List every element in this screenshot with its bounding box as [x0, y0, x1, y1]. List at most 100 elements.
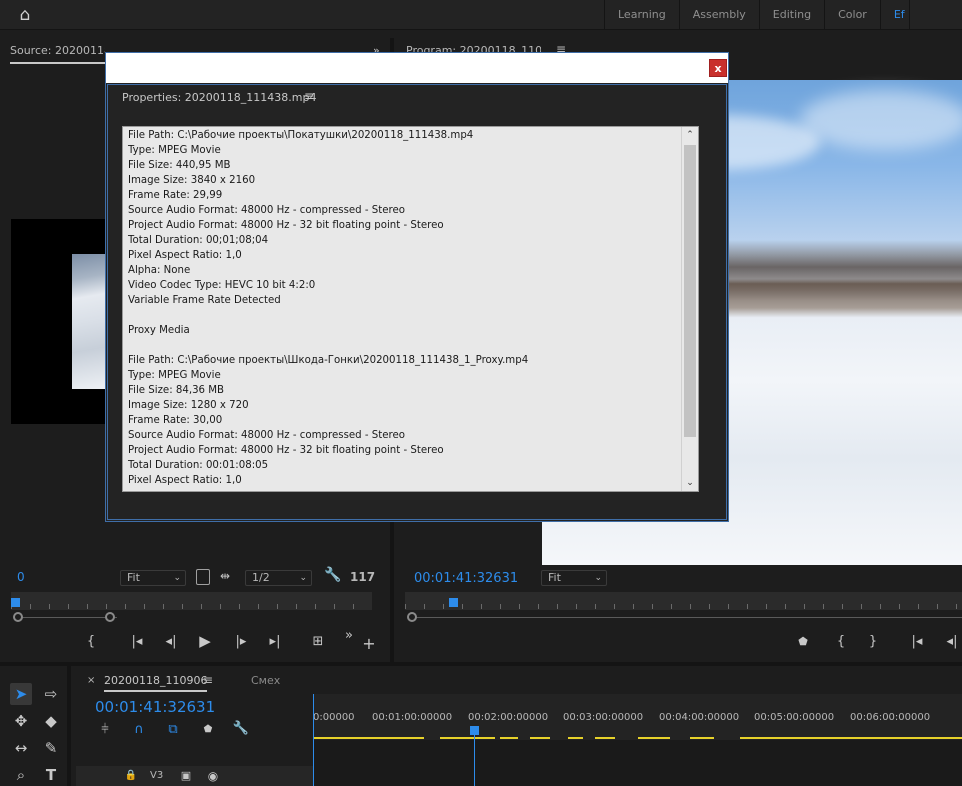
insert-nest-icon[interactable]: ⫩	[97, 722, 113, 738]
properties-text-box[interactable]: File Path: C:\Рабочие проекты\Покатушки\…	[122, 126, 699, 492]
add-marker-icon[interactable]: ⬟	[796, 634, 810, 650]
zoom-track	[411, 617, 962, 618]
go-to-in-icon[interactable]: |◂	[907, 634, 927, 650]
home-icon[interactable]: ⌂	[14, 5, 36, 25]
scrollbar-thumb[interactable]	[684, 145, 696, 437]
slip-tool-icon[interactable]: ↔	[10, 737, 32, 759]
source-zoom-value: Fit	[127, 571, 140, 584]
source-time-ruler[interactable]	[11, 592, 372, 610]
property-line: Alpha: None	[128, 265, 191, 276]
workspace-tab-editing[interactable]: Editing	[760, 0, 826, 30]
add-marker-icon[interactable]: ⬟	[200, 722, 216, 738]
workspace-tab-color[interactable]: Color	[825, 0, 881, 30]
step-back-icon[interactable]: ◂|	[162, 634, 180, 650]
source-resolution-select[interactable]: 1/2 ⌄	[245, 570, 312, 586]
workspace-tab-learning[interactable]: Learning	[605, 0, 680, 30]
mark-in-icon[interactable]: {	[84, 634, 98, 650]
ruler-label: 0:00000	[313, 712, 355, 723]
mark-out-icon[interactable]: }	[866, 634, 880, 650]
step-forward-icon[interactable]: |▸	[232, 634, 250, 650]
track-select-tool-icon[interactable]: ⇨	[40, 683, 62, 705]
zoom-tool-icon[interactable]: ⌕	[10, 764, 32, 786]
property-line: Type: MPEG Movie	[128, 145, 221, 156]
add-button-icon[interactable]: +	[362, 636, 376, 652]
panel-menu-icon[interactable]: ≡	[203, 673, 213, 687]
ruler-label: 00:04:00:00000	[659, 712, 740, 723]
property-line: Source Audio Format: 48000 Hz - compress…	[128, 205, 405, 216]
eye-icon[interactable]: ◉	[205, 768, 221, 784]
render-bar-segment	[500, 737, 518, 739]
more-controls-icon[interactable]: »	[342, 628, 356, 644]
workspace-tab-assembly[interactable]: Assembly	[680, 0, 760, 30]
ripple-edit-tool-icon[interactable]: ✥	[10, 710, 32, 732]
close-button[interactable]: x	[709, 59, 727, 77]
track-header-v3	[76, 766, 313, 786]
workspace-tab-effects[interactable]: Ef	[881, 0, 910, 30]
property-line: Proxy Media	[128, 325, 190, 336]
property-line: Variable Frame Rate Detected	[128, 295, 281, 306]
zoom-handle-left[interactable]	[13, 612, 23, 622]
source-timecode[interactable]: 0	[17, 570, 25, 584]
property-line: File Path: C:\Рабочие проекты\Покатушки\…	[128, 130, 474, 141]
panel-menu-icon[interactable]: ≡	[304, 89, 314, 103]
dialog-titlebar[interactable]	[106, 53, 728, 83]
properties-scrollbar[interactable]: ⌃ ⌄	[681, 127, 698, 491]
linked-selection-icon[interactable]: ⧉	[165, 722, 181, 738]
zoom-handle-right[interactable]	[105, 612, 115, 622]
wrench-icon[interactable]: 🔧	[232, 721, 250, 737]
render-bar-segment	[638, 737, 670, 739]
source-monitor-tab[interactable]: Source: 20200118_110906_VID_20200118_120…	[10, 44, 105, 64]
source-zoom-scrollbar[interactable]	[11, 611, 372, 625]
sequence-tab[interactable]: 20200118_110906	[104, 674, 208, 692]
workspace-tabs: Learning Assembly Editing Color Ef	[604, 0, 910, 30]
selection-tool-icon[interactable]: ➤	[10, 683, 32, 705]
program-playhead[interactable]	[449, 598, 458, 607]
timeline-tracks[interactable]	[313, 740, 962, 786]
property-line: Total Duration: 00;01;08;04	[128, 235, 269, 246]
chevron-down-icon: ⌄	[299, 573, 307, 583]
video-cloud	[800, 90, 962, 150]
go-to-in-icon[interactable]: |◂	[127, 634, 147, 650]
insert-icon[interactable]: ⊞	[308, 634, 328, 650]
wrench-icon[interactable]: 🔧	[324, 567, 341, 583]
program-zoom-select[interactable]: Fit ⌄	[541, 570, 607, 586]
ruler-label: 00:05:00:00000	[754, 712, 835, 723]
timeline-timecode[interactable]: 00:01:41:32631	[95, 698, 215, 716]
pen-tool-icon[interactable]: ✎	[40, 737, 62, 759]
property-line	[128, 308, 678, 323]
lock-icon[interactable]: 🔒	[124, 768, 138, 784]
go-to-out-icon[interactable]: ▸|	[265, 634, 285, 650]
zoom-handle-left[interactable]	[407, 612, 417, 622]
sequence-tab-2[interactable]: Смех	[251, 674, 280, 687]
chevron-down-icon: ⌄	[173, 573, 181, 583]
drag-video-icon[interactable]: ⇹	[220, 569, 230, 583]
program-time-ruler[interactable]	[405, 592, 962, 610]
step-back-icon[interactable]: ◂|	[942, 634, 962, 650]
close-icon[interactable]: ×	[87, 675, 95, 686]
settings-panel-icon[interactable]	[196, 569, 210, 585]
chevron-up-icon[interactable]: ⌃	[682, 127, 698, 143]
source-zoom-select[interactable]: Fit ⌄	[120, 570, 186, 586]
timeline-ruler[interactable]: 0:00000 00:01:00:00000 00:02:00:00000 00…	[313, 694, 962, 736]
timeline-playhead[interactable]	[470, 726, 479, 735]
type-tool-icon[interactable]: T	[40, 764, 62, 786]
properties-text: File Path: C:\Рабочие проекты\Покатушки\…	[128, 128, 678, 488]
zoom-track	[17, 617, 117, 618]
snap-icon[interactable]: ∩	[131, 722, 147, 738]
program-zoom-scrollbar[interactable]	[405, 611, 962, 625]
source-video-image	[72, 254, 108, 389]
render-bar-segment	[530, 737, 550, 739]
chevron-down-icon[interactable]: ⌄	[682, 475, 698, 491]
play-icon[interactable]: ▶	[196, 633, 214, 649]
source-playhead[interactable]	[11, 598, 20, 607]
property-line: File Size: 84,36 MB	[128, 385, 225, 396]
timeline-playhead-line[interactable]	[474, 726, 475, 786]
property-line: Image Size: 3840 x 2160	[128, 175, 256, 186]
render-bar-segment	[568, 737, 583, 739]
dropped-frames-count: 117	[350, 570, 376, 584]
mark-in-icon[interactable]: {	[834, 634, 848, 650]
timeline-in-marker	[313, 694, 314, 786]
sync-lock-icon[interactable]: ▣	[178, 768, 194, 784]
razor-tool-icon[interactable]: ◆	[40, 710, 62, 732]
program-timecode[interactable]: 00:01:41:32631	[414, 571, 518, 586]
